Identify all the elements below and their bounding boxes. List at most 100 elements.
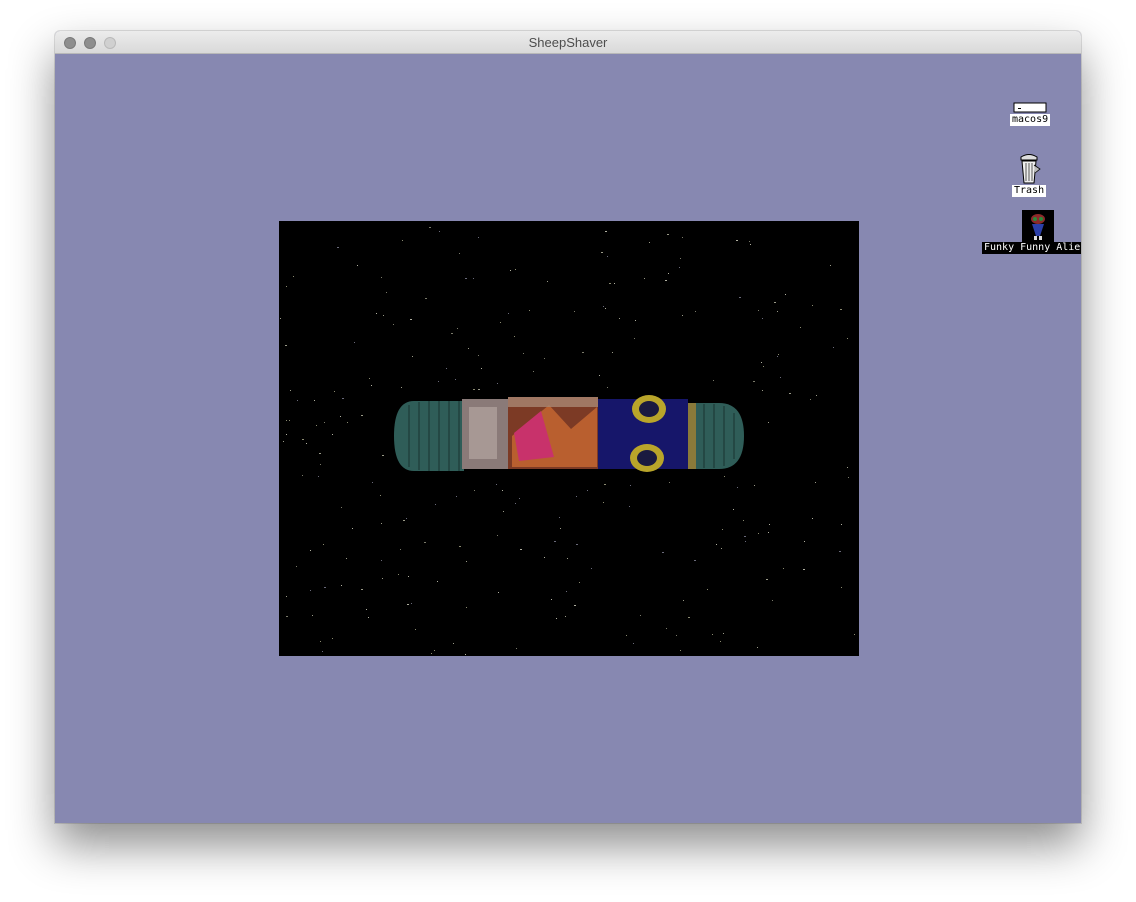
star — [372, 482, 373, 483]
star — [554, 541, 556, 542]
star — [816, 395, 817, 396]
star — [312, 615, 313, 616]
star — [503, 511, 504, 512]
star — [478, 237, 479, 238]
star — [774, 302, 776, 303]
star — [599, 375, 600, 376]
star — [810, 399, 811, 400]
star — [749, 241, 750, 242]
star — [334, 391, 335, 392]
star — [633, 643, 634, 644]
alien-app-icon — [1022, 210, 1055, 242]
star — [366, 609, 367, 610]
star — [435, 504, 436, 505]
desktop-icon-trash[interactable]: Trash — [1012, 151, 1047, 197]
hard-disk-icon — [1013, 102, 1047, 113]
star — [574, 605, 576, 606]
star — [285, 345, 287, 346]
star — [456, 496, 457, 497]
star — [559, 517, 560, 518]
star — [780, 377, 781, 378]
star — [290, 390, 291, 391]
star — [688, 617, 690, 618]
star — [406, 518, 407, 519]
star — [635, 320, 636, 321]
star — [320, 464, 321, 465]
star — [679, 267, 680, 268]
game-display[interactable] — [279, 221, 859, 656]
star — [286, 616, 288, 617]
star — [361, 415, 363, 416]
star — [847, 338, 848, 339]
desktop-icon-macos9[interactable]: macos9 — [1010, 100, 1051, 126]
star — [604, 484, 606, 485]
star — [587, 490, 588, 491]
star — [665, 280, 667, 281]
star — [777, 311, 778, 312]
star — [403, 520, 405, 521]
star — [712, 634, 713, 635]
star — [614, 283, 615, 284]
star — [316, 425, 317, 426]
star — [465, 654, 466, 655]
star — [662, 552, 664, 553]
star — [497, 383, 498, 384]
desktop-icon-funky-funny-aliens[interactable]: Funky Funny Aliens — [982, 210, 1081, 254]
star — [341, 585, 342, 586]
star — [478, 389, 480, 390]
star — [337, 247, 339, 248]
star — [408, 576, 409, 577]
star — [800, 327, 801, 328]
star — [739, 297, 741, 298]
star — [529, 310, 530, 311]
title-bar[interactable]: SheepShaver — [55, 31, 1081, 54]
spaceship — [394, 395, 744, 472]
star — [361, 589, 363, 590]
star — [777, 356, 778, 357]
star — [352, 528, 353, 529]
star — [465, 278, 467, 279]
star — [502, 490, 503, 491]
star — [723, 633, 724, 634]
star — [841, 587, 842, 588]
star — [640, 615, 641, 616]
star — [297, 400, 298, 401]
star — [768, 422, 769, 423]
star — [342, 398, 344, 399]
star — [400, 549, 401, 550]
star — [762, 390, 763, 391]
star — [401, 387, 402, 388]
star — [332, 434, 333, 435]
star — [605, 231, 607, 232]
star — [407, 604, 409, 605]
star — [815, 482, 816, 483]
star — [386, 292, 387, 293]
star — [634, 338, 635, 339]
star — [468, 348, 469, 349]
mac-desktop[interactable]: macos9 Trash Funky Funny Alie — [55, 54, 1081, 823]
star — [324, 422, 325, 423]
star — [434, 650, 435, 651]
star — [289, 420, 290, 421]
star — [286, 286, 287, 287]
star — [762, 318, 763, 319]
star — [839, 551, 841, 552]
star — [523, 353, 524, 354]
star — [668, 273, 669, 274]
star — [302, 439, 304, 440]
star — [346, 558, 347, 559]
star — [451, 333, 453, 334]
star — [763, 366, 764, 367]
star — [340, 416, 341, 417]
star — [630, 485, 631, 486]
star — [544, 557, 545, 558]
star — [286, 596, 287, 597]
star — [516, 648, 517, 649]
star — [721, 548, 722, 549]
star — [744, 536, 746, 537]
star — [429, 227, 431, 228]
star — [676, 635, 677, 636]
star — [612, 352, 613, 353]
star — [324, 587, 326, 588]
star — [439, 231, 440, 232]
